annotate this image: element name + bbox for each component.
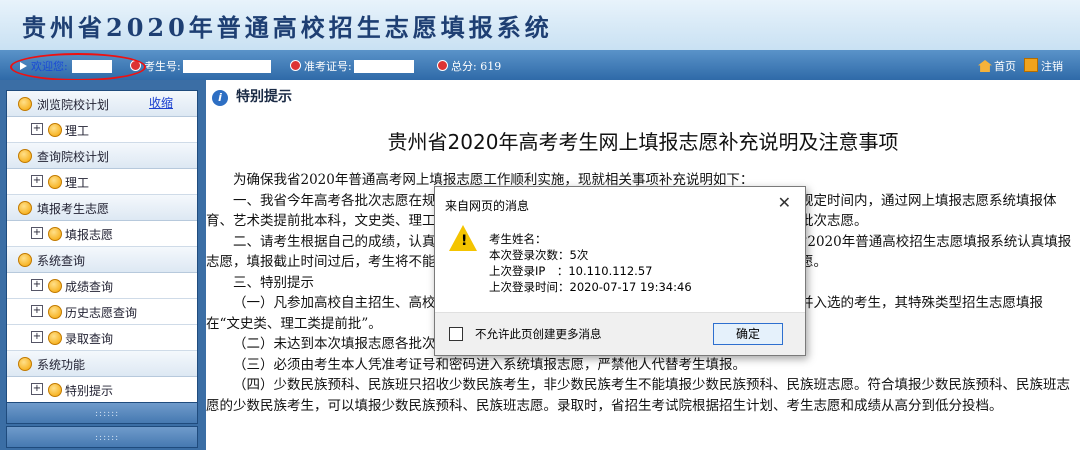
item-label: 录取查询 xyxy=(65,332,114,346)
bullet-orb-icon xyxy=(18,357,32,371)
exam-no-group: 考生号: xyxy=(130,58,271,74)
item-label: 填报志愿 xyxy=(65,228,114,242)
sidebar: 浏览院校计划 收缩 + 理工 查询院校计划 + 理工 填报考生志愿 + 填报志愿 xyxy=(0,80,206,450)
item-label: 历史志愿查询 xyxy=(65,306,138,320)
logout-link[interactable]: 注销 xyxy=(1041,60,1063,73)
sidebar-footer-bar: :::::: xyxy=(6,402,198,424)
exam-no-label: 考生号: xyxy=(144,60,181,73)
item-label: 特别提示 xyxy=(65,384,114,398)
total-score-label: 总分: xyxy=(451,60,477,73)
sidebar-item-admission-query[interactable]: + 录取查询 xyxy=(7,325,197,351)
collapse-link[interactable]: 收缩 xyxy=(149,94,173,111)
sidebar-item-score-query[interactable]: + 成绩查询 xyxy=(7,273,197,299)
user-info-bar: 欢迎您: 考生号: 准考证号: 总分: 619 首页 注销 xyxy=(0,50,1080,80)
bullet-icon xyxy=(437,60,448,71)
total-score-value: 619 xyxy=(480,60,502,73)
red-annotation-oval xyxy=(10,53,146,81)
paragraph: （三）必须由考生本人凭准考证号和密码进入系统填报志愿，严禁他人代替考生填报。 xyxy=(233,356,746,373)
total-score-group: 总分: 619 xyxy=(437,58,501,74)
item-label: 成绩查询 xyxy=(65,280,114,294)
section-label: 系统功能 xyxy=(37,358,86,372)
info-icon: i xyxy=(212,90,228,106)
admission-no-redacted xyxy=(353,60,414,73)
ok-button[interactable]: 确定 xyxy=(713,323,783,345)
paragraph: （四）少数民族预科、民族班只招收少数民族考生，非少数民族考生不能填报少数民族预科… xyxy=(206,377,1070,414)
bullet-orb-icon xyxy=(48,175,62,189)
item-label: 理工 xyxy=(65,176,90,190)
home-link[interactable]: 首页 xyxy=(994,60,1016,73)
sidebar-section-system-query[interactable]: 系统查询 xyxy=(7,247,197,273)
bullet-orb-icon xyxy=(18,149,32,163)
bullet-orb-icon xyxy=(48,331,62,345)
bullet-orb-icon xyxy=(48,383,62,397)
sidebar-section-fill-volunteer[interactable]: 填报考生志愿 xyxy=(7,195,197,221)
bullet-orb-icon xyxy=(18,201,32,215)
expand-icon[interactable]: + xyxy=(31,175,43,187)
expand-icon[interactable]: + xyxy=(31,383,43,395)
message-line-login-count: 本次登录次数：5次 xyxy=(489,248,589,262)
admission-no-label: 准考证号: xyxy=(304,60,352,73)
sidebar-section-system-functions[interactable]: 系统功能 xyxy=(7,351,197,377)
section-label: 系统查询 xyxy=(37,254,86,268)
notice-header: i 特别提示 xyxy=(212,86,292,106)
sidebar-item-fill-volunteer[interactable]: + 填报志愿 xyxy=(7,221,197,247)
message-line-name: 考生姓名： xyxy=(489,232,547,246)
section-label: 浏览院校计划 xyxy=(37,98,110,112)
warning-mark: ! xyxy=(461,233,468,249)
message-line-last-ip: 上次登录IP ：10.110.112.57 xyxy=(489,264,653,278)
bullet-orb-icon xyxy=(48,227,62,241)
expand-icon[interactable]: + xyxy=(31,227,43,239)
top-nav: 首页 注销 xyxy=(978,58,1063,74)
bullet-orb-icon xyxy=(18,97,32,111)
sidebar-item-history-query[interactable]: + 历史志愿查询 xyxy=(7,299,197,325)
bullet-icon xyxy=(290,60,301,71)
dialog-message: 考生姓名： 本次登录次数：5次 上次登录IP ：10.110.112.57 上次… xyxy=(489,231,692,295)
bullet-orb-icon xyxy=(48,123,62,137)
header-banner: 贵州省2020年普通高校招生志愿填报系统 xyxy=(0,0,1080,50)
logout-icon[interactable] xyxy=(1024,58,1038,72)
section-label: 填报考生志愿 xyxy=(37,202,110,216)
exam-no-redacted xyxy=(182,60,271,73)
close-icon[interactable]: ✕ xyxy=(778,193,791,212)
home-icon[interactable] xyxy=(978,60,992,72)
grip-dots: :::::: xyxy=(95,433,120,443)
dialog-title: 来自网页的消息 xyxy=(445,199,530,213)
sidebar-item-browse-science[interactable]: + 理工 xyxy=(7,117,197,143)
item-label: 理工 xyxy=(65,124,90,138)
system-title: 贵州省2020年普通高校招生志愿填报系统 xyxy=(22,13,553,42)
sidebar-menu: 浏览院校计划 收缩 + 理工 查询院校计划 + 理工 填报考生志愿 + 填报志愿 xyxy=(6,90,198,404)
grip-dots: :::::: xyxy=(95,409,120,419)
expand-icon[interactable]: + xyxy=(31,305,43,317)
sidebar-item-query-science[interactable]: + 理工 xyxy=(7,169,197,195)
bullet-orb-icon xyxy=(48,305,62,319)
expand-icon[interactable]: + xyxy=(31,123,43,135)
message-dialog: 来自网页的消息 ✕ ! 考生姓名： 本次登录次数：5次 上次登录IP ：10.1… xyxy=(434,186,806,356)
admission-no-group: 准考证号: xyxy=(290,58,414,74)
message-line-last-time: 上次登录时间：2020-07-17 19:34:46 xyxy=(489,280,692,294)
sidebar-footer-bar: :::::: xyxy=(6,426,198,448)
section-label: 查询院校计划 xyxy=(37,150,110,164)
sidebar-item-special-notice[interactable]: + 特别提示 xyxy=(7,377,197,403)
document-title: 贵州省2020年高考考生网上填报志愿补充说明及注意事项 xyxy=(387,130,899,154)
expand-icon[interactable]: + xyxy=(31,331,43,343)
bullet-orb-icon xyxy=(48,279,62,293)
checkbox-label[interactable]: 不允许此页创建更多消息 xyxy=(475,326,602,342)
sidebar-section-browse-plans[interactable]: 浏览院校计划 收缩 xyxy=(7,91,197,117)
expand-icon[interactable]: + xyxy=(31,279,43,291)
notice-title: 特别提示 xyxy=(236,89,292,105)
suppress-messages-checkbox[interactable] xyxy=(449,327,463,341)
dialog-footer: 不允许此页创建更多消息 确定 xyxy=(435,312,805,355)
bullet-orb-icon xyxy=(18,253,32,267)
sidebar-section-query-plans[interactable]: 查询院校计划 xyxy=(7,143,197,169)
